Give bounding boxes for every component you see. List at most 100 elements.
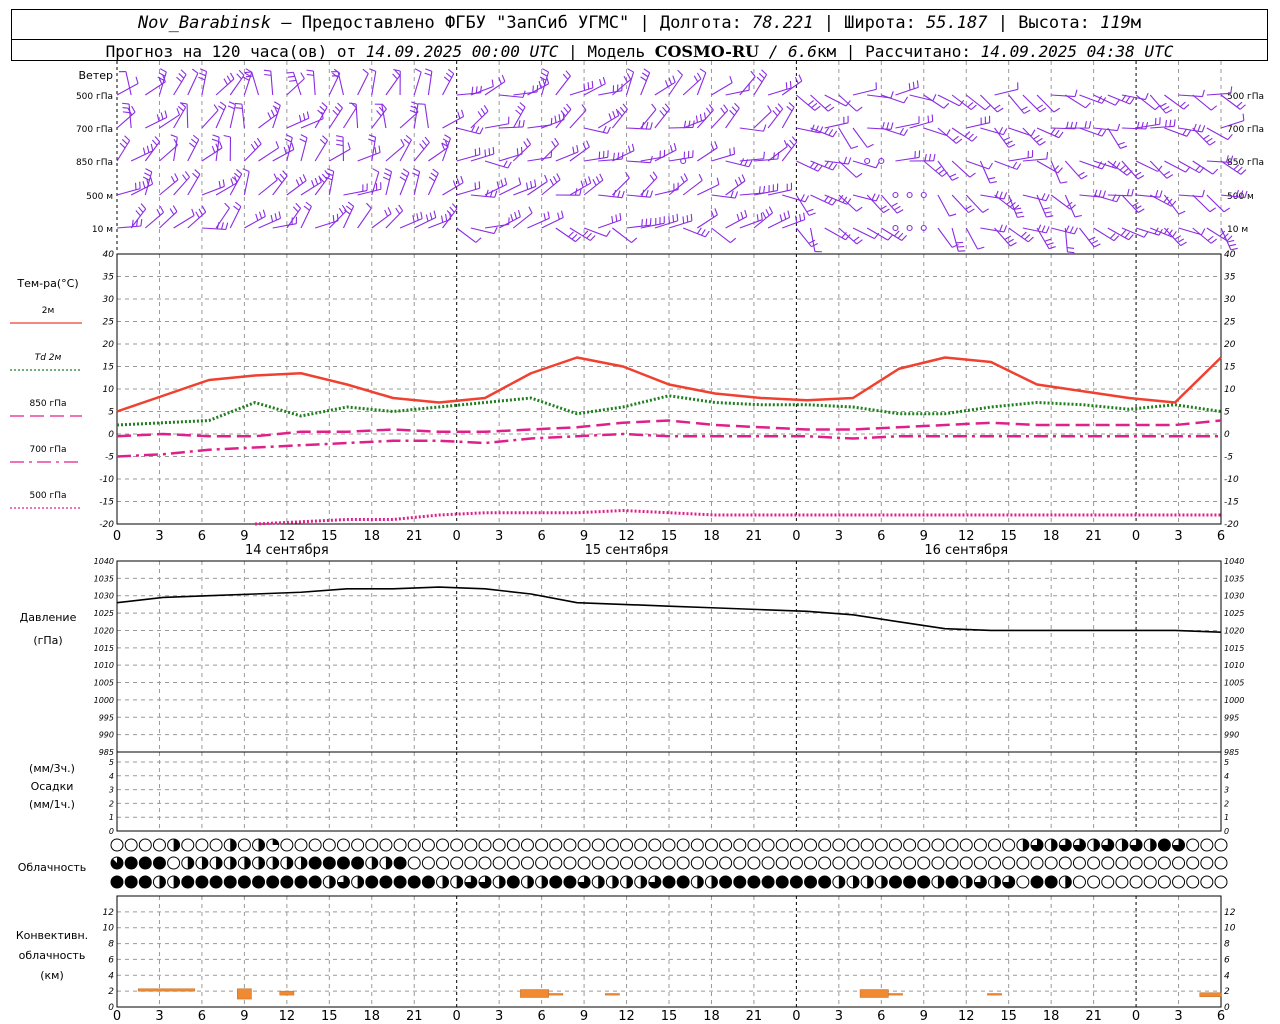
cloud-symbol-circle: [450, 838, 464, 852]
wind-barb-tick: [211, 138, 219, 143]
temp-ytick-left: -15: [99, 498, 114, 508]
wind-barb-tick: [714, 141, 718, 148]
cloud-symbol-fill: [309, 857, 322, 869]
conv-bar: [859, 989, 889, 998]
wind-barb-shaft: [555, 109, 572, 129]
wind-barb-tick: [542, 68, 549, 73]
wind-barb-tick: [146, 145, 150, 153]
wind-barb-tick: [393, 68, 401, 72]
cloud-symbol: [1200, 838, 1214, 852]
cloud-symbol-circle: [1214, 856, 1228, 870]
wind-level-label-left: 500 гПа: [76, 92, 113, 102]
wind-barb-tick: [695, 115, 699, 123]
wind-barb-tick: [245, 75, 253, 78]
cloud-symbol-fill: [867, 876, 874, 888]
wind-barb-tick: [131, 105, 136, 113]
wind-barb-tick: [967, 102, 974, 108]
cloud-symbol: [167, 875, 181, 889]
wind-barb-tick: [405, 134, 412, 141]
wind-barb-tick: [566, 103, 572, 110]
wind-barb-tick: [612, 111, 616, 118]
wind-barb-tick: [515, 109, 522, 116]
wind-barb-tick: [908, 83, 911, 91]
cloud-symbol-fill: [173, 876, 180, 888]
cloud-symbol-circle: [620, 856, 634, 870]
wind-barb-shaft: [130, 183, 153, 196]
cloud-symbol-circle: [818, 856, 832, 870]
cloud-symbol-circle: [492, 856, 506, 870]
cloud-symbol-circle: [577, 838, 591, 852]
cloud-symbol-fill: [1065, 876, 1072, 888]
temp-xtick-label: 21: [406, 529, 423, 544]
wind-barb-tick: [1201, 189, 1205, 197]
cloud-symbol-fill: [994, 876, 1001, 888]
wind-barb-tick: [298, 114, 302, 122]
wind-barb-tick: [554, 115, 557, 123]
temp-series-3-line: [116, 432, 1221, 458]
cloud-symbol: [690, 856, 704, 870]
cloud-symbol-fill: [371, 857, 378, 869]
cloud-ylabel: Облачность: [18, 861, 87, 874]
conv-xtick-label: 3: [155, 1009, 163, 1024]
wind-barb-tick: [518, 177, 522, 185]
cloud-symbol: [237, 838, 251, 852]
cloud-symbol-fill: [139, 857, 152, 869]
conv-ytick-left: 12: [103, 908, 115, 918]
conv-ylabel: Конвективн.: [16, 929, 88, 942]
wind-barb-tick: [376, 110, 382, 117]
wind-barb-shaft: [555, 151, 579, 162]
wind-barb-tick: [584, 178, 588, 186]
wind-barb-shaft: [1192, 194, 1211, 213]
cloud-symbol: [138, 856, 152, 870]
cloud-symbol: [110, 856, 124, 870]
cloud-symbol: [676, 856, 690, 870]
wind-barb-tick: [785, 82, 788, 90]
wind-barb-tick: [783, 212, 787, 220]
wind-barb-shaft: [499, 126, 524, 129]
cloud-symbol-circle: [945, 838, 959, 852]
wind-barb-tick: [403, 138, 410, 145]
wind-barb-tick: [606, 126, 611, 134]
wind-barb-tick: [475, 237, 482, 243]
wind-barb-tick: [1131, 188, 1134, 196]
wind-barb-tick: [811, 102, 818, 109]
wind-barb-tick: [586, 232, 592, 239]
wind-barb-tick: [1017, 215, 1025, 218]
wind-barb-tick: [606, 230, 611, 237]
cloud-symbol: [464, 856, 478, 870]
wind-barb-tick: [1120, 229, 1127, 236]
cloud-symbol-fill: [711, 876, 718, 888]
cloud-symbol: [1044, 875, 1058, 889]
wind-barb-shaft: [329, 148, 351, 162]
conv-xtick-label: 18: [1043, 1009, 1060, 1024]
temp-series-1-legend-text: Td 2м: [35, 353, 62, 363]
cloud-symbol: [237, 856, 251, 870]
wind-barb-tick: [224, 202, 230, 209]
wind-barb-tick: [477, 111, 483, 118]
cloud-symbol: [860, 838, 874, 852]
wind-barb-tick: [1144, 92, 1149, 100]
cloud-symbol-circle: [237, 838, 251, 852]
cloud-symbol-circle: [478, 856, 492, 870]
pres-ytick-left: 1030: [94, 592, 114, 601]
wind-barb-shaft: [116, 111, 136, 129]
wind-barb-tick: [263, 69, 271, 72]
wind-barb-shaft: [583, 179, 604, 196]
wind-barb-shaft: [513, 185, 536, 196]
conv-bar: [888, 993, 903, 996]
wind-barb-tick: [871, 193, 876, 201]
cloud-symbol: [605, 838, 619, 852]
cloud-symbol: [308, 838, 322, 852]
cloud-symbol-circle: [690, 838, 704, 852]
wind-barb-shaft: [1064, 160, 1082, 180]
wind-barb-tick: [135, 76, 139, 84]
cloud-symbol-fill: [394, 876, 407, 888]
cloud-symbol-circle: [1214, 838, 1228, 852]
wind-barb-tick: [278, 211, 282, 219]
wind-barb-tick: [279, 173, 286, 180]
cloud-symbol: [124, 875, 138, 889]
wind-barb-shaft: [527, 217, 550, 229]
pres-ylabel-units: (гПа): [33, 634, 62, 647]
cloud-symbol-fill: [201, 857, 208, 869]
wind-barb-shaft: [753, 189, 778, 196]
